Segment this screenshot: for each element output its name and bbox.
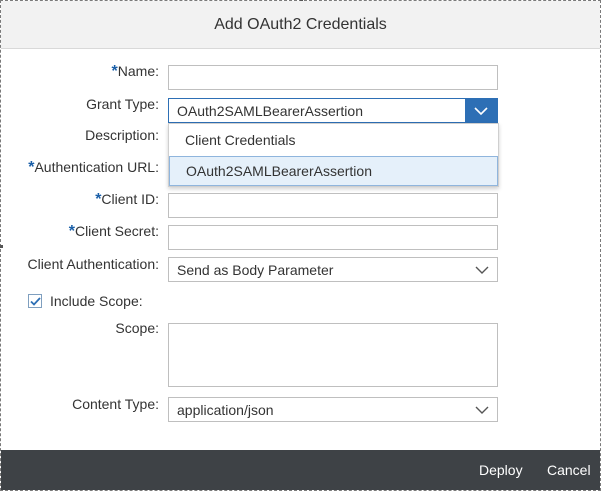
content-type-label: Content Type: [72, 396, 159, 412]
client-id-label: *Client ID: [95, 191, 159, 208]
name-label: *Name: [111, 63, 159, 80]
chevron-down-icon [475, 266, 489, 274]
include-scope-label: Include Scope: [50, 293, 143, 309]
cancel-button[interactable]: Cancel [547, 462, 591, 478]
client-authentication-value: Send as Body Parameter [177, 261, 334, 278]
resize-handle-left[interactable] [0, 245, 3, 248]
grant-type-label: Grant Type: [86, 96, 159, 112]
chevron-down-icon [474, 106, 488, 115]
grant-type-dropdown-list: Client Credentials OAuth2SAMLBearerAsser… [168, 123, 499, 187]
grant-type-option-oauth2samlbearerassertion[interactable]: OAuth2SAMLBearerAssertion [169, 156, 498, 186]
grant-type-dropdown-button[interactable] [465, 99, 497, 122]
checkmark-icon [29, 296, 41, 306]
chevron-down-icon [475, 406, 489, 414]
content-type-select[interactable]: application/json [168, 397, 498, 422]
dialog-header: Add OAuth2 Credentials [1, 1, 600, 49]
client-authentication-label: Client Authentication: [27, 256, 159, 272]
deploy-button[interactable]: Deploy [479, 462, 523, 478]
description-label: Description: [85, 127, 159, 143]
client-authentication-select[interactable]: Send as Body Parameter [168, 257, 498, 282]
client-secret-input[interactable] [168, 225, 498, 250]
grant-type-option-client-credentials[interactable]: Client Credentials [169, 125, 498, 155]
scope-label: Scope: [115, 320, 159, 336]
dialog-title: Add OAuth2 Credentials [214, 15, 387, 33]
client-secret-label: *Client Secret: [68, 223, 159, 240]
client-id-input[interactable] [168, 193, 498, 218]
oauth2-credentials-dialog: Add OAuth2 Credentials *Name: Grant Type… [0, 0, 601, 491]
dialog-footer: Deploy Cancel [1, 450, 600, 490]
grant-type-select[interactable]: OAuth2SAMLBearerAssertion [168, 98, 498, 123]
grant-type-value: OAuth2SAMLBearerAssertion [177, 102, 363, 119]
scope-textarea[interactable] [168, 323, 498, 387]
authentication-url-label: *Authentication URL: [28, 159, 159, 176]
content-type-value: application/json [177, 401, 274, 418]
include-scope-checkbox[interactable] [28, 294, 42, 308]
name-input[interactable] [168, 65, 498, 90]
